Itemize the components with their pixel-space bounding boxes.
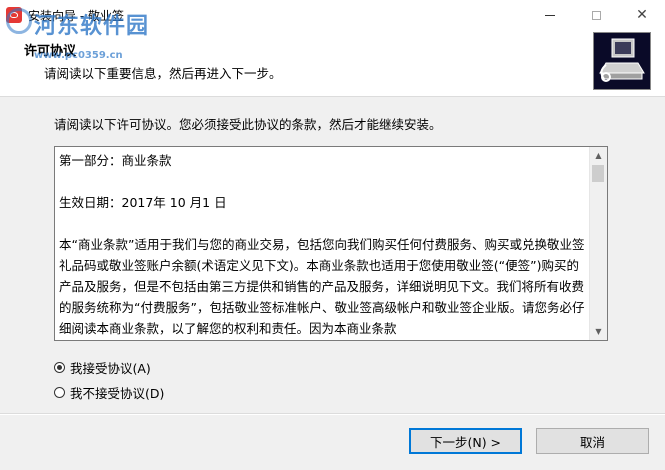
- accept-agreement-radio[interactable]: 我接受协议(A): [54, 358, 151, 377]
- page-subtitle: 请阅读以下重要信息，然后再进入下一步。: [44, 66, 282, 81]
- radio-checked-icon[interactable]: [54, 362, 65, 373]
- license-text: 第一部分：商业条款 生效日期：2017年 10 月1 日 本“商业条款”适用于我…: [59, 150, 589, 339]
- installer-computer-icon: [593, 32, 651, 90]
- scroll-up-icon[interactable]: ▲: [590, 147, 607, 164]
- close-button[interactable]: ✕: [619, 0, 665, 30]
- maximize-button: [573, 0, 619, 30]
- accept-agreement-label: 我接受协议(A): [70, 361, 151, 376]
- next-button[interactable]: 下一步(N) >: [409, 428, 522, 454]
- radio-unchecked-icon[interactable]: [54, 387, 65, 398]
- license-paragraph: 本“商业条款”适用于我们与您的商业交易，包括您向我们购买任何付费服务、购买或兑换…: [59, 237, 585, 336]
- license-paragraph: 生效日期：2017年 10 月1 日: [59, 195, 227, 210]
- minimize-icon: [545, 14, 555, 16]
- license-paragraph: 第一部分：商业条款: [59, 153, 172, 168]
- wizard-header: 许可协议 请阅读以下重要信息，然后再进入下一步。: [0, 30, 665, 97]
- close-icon: ✕: [636, 7, 648, 23]
- watermark-url: www.pc0359.cn: [34, 50, 123, 61]
- decline-agreement-radio[interactable]: 我不接受协议(D): [54, 383, 164, 402]
- scrollbar-thumb[interactable]: [592, 165, 604, 182]
- license-intro-text: 请阅读以下许可协议。您必须接受此协议的条款，然后才能继续安装。: [54, 117, 442, 132]
- watermark-logo-icon: [6, 8, 32, 34]
- decline-agreement-label: 我不接受协议(D): [70, 386, 165, 401]
- cancel-button[interactable]: 取消: [536, 428, 649, 454]
- license-scrollbar[interactable]: ▲ ▼: [589, 147, 607, 340]
- license-textbox[interactable]: 第一部分：商业条款 生效日期：2017年 10 月1 日 本“商业条款”适用于我…: [54, 146, 608, 341]
- watermark-text: 河东软件园: [34, 14, 150, 39]
- maximize-icon: [591, 10, 601, 20]
- scroll-down-icon[interactable]: ▼: [590, 323, 607, 340]
- minimize-button[interactable]: [527, 0, 573, 30]
